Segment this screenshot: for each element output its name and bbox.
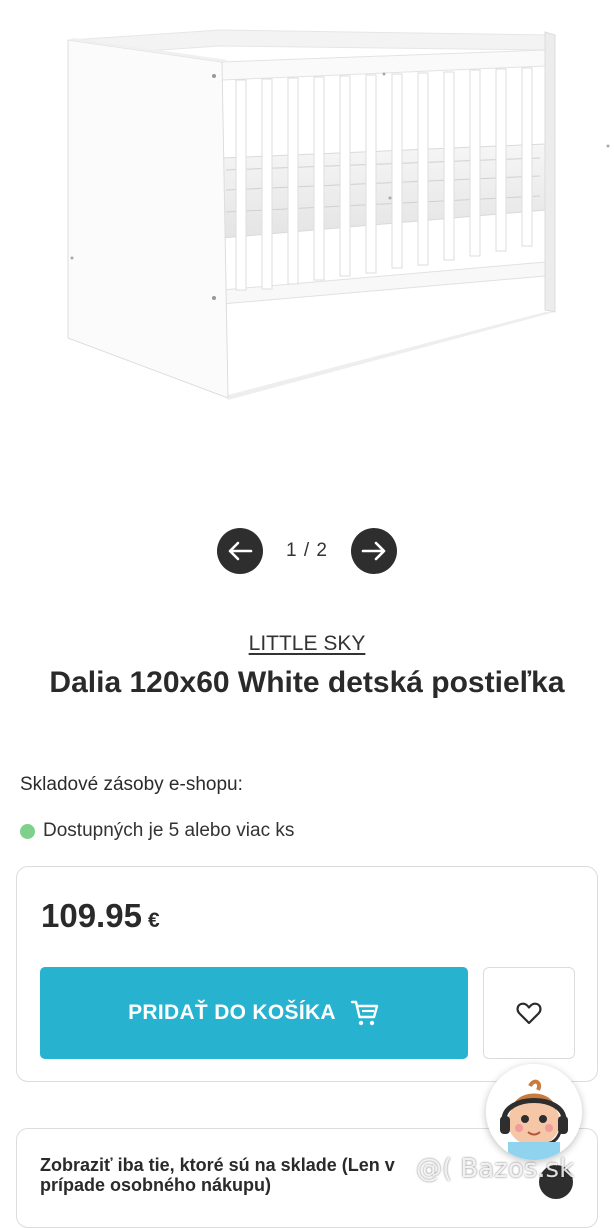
chat-support-button[interactable] (486, 1064, 582, 1160)
product-title: Dalia 120x60 White detská postieľka (49, 666, 565, 699)
wishlist-button[interactable] (483, 967, 575, 1059)
stock-label: Skladové zásoby e-shopu: (20, 774, 243, 795)
price-currency: € (147, 909, 160, 932)
stock-status: Dostupných je 5 alebo viac ks (20, 820, 294, 842)
gallery-pager: 1 / 2 (0, 528, 614, 574)
baby-support-avatar-icon (486, 1064, 582, 1160)
next-image-button[interactable] (351, 528, 397, 574)
brand-link[interactable]: LITTLE SKY (0, 632, 614, 656)
bazos-watermark: @( Bazos.sk (416, 1154, 575, 1184)
cart-icon (350, 999, 380, 1027)
add-to-cart-label: PRIDAŤ DO KOŠÍKA (128, 1001, 336, 1024)
price: 109.95 € (41, 897, 160, 935)
price-card: 109.95 € PRIDAŤ DO KOŠÍKA (16, 866, 598, 1082)
in-stock-filter-text: Zobraziť iba tie, ktoré sú na sklade (Le… (40, 1155, 395, 1195)
price-amount: 109.95 (41, 897, 142, 934)
arrow-left-icon (228, 541, 253, 561)
add-to-cart-button[interactable]: PRIDAŤ DO KOŠÍKA (40, 967, 468, 1059)
stock-status-text: Dostupných je 5 alebo viac ks (43, 820, 295, 841)
availability-dot-icon (20, 823, 35, 839)
heart-icon (516, 1002, 542, 1025)
image-counter: 1 / 2 (286, 540, 328, 561)
previous-image-button[interactable] (217, 528, 263, 574)
product-image[interactable] (0, 0, 614, 500)
arrow-right-icon (361, 541, 386, 561)
